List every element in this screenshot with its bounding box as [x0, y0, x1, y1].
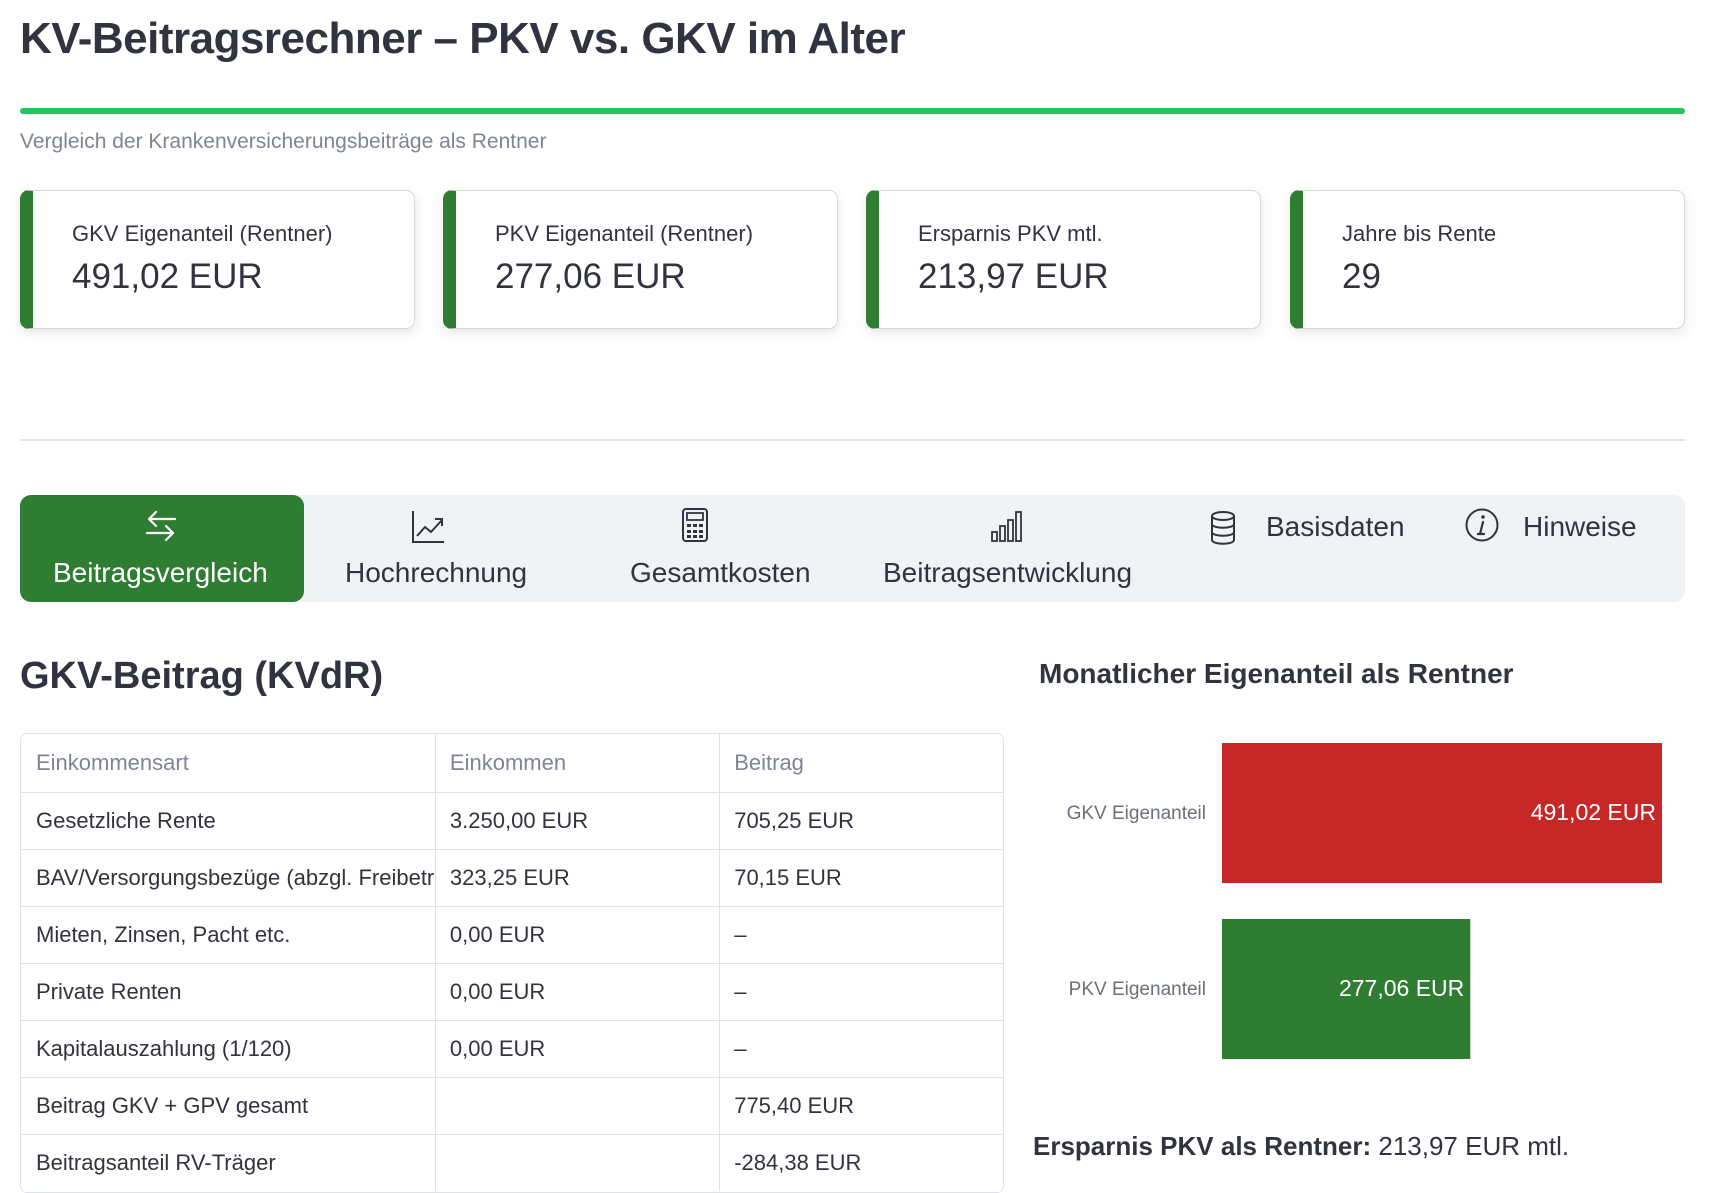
- table-cell: -284,38 EUR: [719, 1134, 1003, 1191]
- table-row: Beitragsanteil RV-Träger -284,38 EUR: [21, 1134, 1003, 1191]
- metric-value: 29: [1342, 257, 1381, 296]
- table-cell: [434, 1077, 720, 1135]
- table-cell: 3.250,00 EUR: [434, 792, 720, 850]
- tab-label: Hochrechnung: [345, 557, 528, 588]
- tab-gesamtkosten[interactable]: Gesamtkosten: [567, 495, 843, 602]
- arrows-exchange-icon: [145, 510, 177, 542]
- chart-title: Monatlicher Eigenanteil als Rentner: [1039, 658, 1514, 689]
- column-header[interactable]: Beitrag: [719, 734, 1003, 793]
- category-label: PKV Eigenanteil: [1069, 979, 1206, 1000]
- database-icon: [1211, 511, 1235, 545]
- table-cell: 0,00 EUR: [434, 963, 720, 1021]
- savings-value: 213,97 EUR mtl.: [1378, 1131, 1570, 1161]
- table-row: BAV/Versorgungsbezüge (abzgl. Freibetrag…: [21, 849, 1003, 907]
- metric-label: PKV Eigenanteil (Rentner): [495, 221, 754, 246]
- tab-beitragsvergleich[interactable]: Beitragsvergleich: [20, 495, 304, 602]
- table-cell: 70,15 EUR: [719, 849, 1003, 907]
- metric-label: GKV Eigenanteil (Rentner): [72, 221, 333, 246]
- bar-chart-icon: [991, 511, 1022, 542]
- category-label: GKV Eigenanteil: [1067, 803, 1206, 824]
- table-cell: –: [719, 1020, 1003, 1078]
- table-row: Beitrag GKV + GPV gesamt 775,40 EUR: [21, 1077, 1003, 1135]
- table-cell: –: [719, 906, 1003, 964]
- table-row: Mieten, Zinsen, Pacht etc. 0,00 EUR –: [21, 906, 1003, 964]
- table-row: Gesetzliche Rente 3.250,00 EUR 705,25 EU…: [21, 792, 1003, 850]
- table-cell: Gesetzliche Rente: [21, 792, 436, 850]
- data-label: 277,06 EUR: [1339, 975, 1464, 1001]
- tab-hochrechnung[interactable]: Hochrechnung: [304, 495, 567, 602]
- metric-value: 491,02 EUR: [72, 257, 263, 296]
- metric-label: Ersparnis PKV mtl.: [918, 221, 1103, 246]
- table-cell: –: [719, 963, 1003, 1021]
- metric-card-years: Jahre bis Rente 29: [1290, 190, 1685, 329]
- savings-summary: Ersparnis PKV als Rentner: 213,97 EUR mt…: [1033, 1131, 1569, 1162]
- page-subtitle: Vergleich der Krankenversicherungsbeiträ…: [20, 130, 547, 153]
- table-cell: 775,40 EUR: [719, 1077, 1003, 1135]
- table-row: Kapitalauszahlung (1/120) 0,00 EUR –: [21, 1020, 1003, 1078]
- metric-card-gkv: GKV Eigenanteil (Rentner) 491,02 EUR: [20, 190, 415, 329]
- tab-label: Beitragsentwicklung: [883, 557, 1133, 588]
- savings-label: Ersparnis PKV als Rentner:: [1033, 1131, 1372, 1161]
- tab-basisdaten[interactable]: Basisdaten: [1169, 495, 1405, 602]
- table-row: Private Renten 0,00 EUR –: [21, 963, 1003, 1021]
- table-header-row: Einkommensart Einkommen Beitrag: [21, 734, 1003, 793]
- metric-card-pkv: PKV Eigenanteil (Rentner) 277,06 EUR: [443, 190, 838, 329]
- table-cell: Beitrag GKV + GPV gesamt: [21, 1077, 436, 1135]
- tab-bar: Beitragsvergleich Hochrechnung Gesamtkos…: [20, 495, 1685, 602]
- metric-value: 213,97 EUR: [918, 257, 1109, 296]
- data-label: 491,02 EUR: [1531, 799, 1656, 825]
- tab-label: Hinweise: [1523, 511, 1637, 542]
- table-cell: Private Renten: [21, 963, 436, 1021]
- metric-value: 277,06 EUR: [495, 257, 686, 296]
- column-header[interactable]: Einkommensart: [21, 734, 436, 793]
- tab-label: Gesamtkosten: [630, 557, 811, 588]
- table-cell: 705,25 EUR: [719, 792, 1003, 850]
- tab-hinweise[interactable]: Hinweise: [1402, 495, 1685, 602]
- table-cell: Mieten, Zinsen, Pacht etc.: [21, 906, 436, 964]
- title-underline: [20, 108, 1685, 114]
- table-cell: 323,25 EUR: [434, 849, 720, 907]
- table-cell: 0,00 EUR: [434, 906, 720, 964]
- table-cell: BAV/Versorgungsbezüge (abzgl. Freibetrag…: [21, 849, 436, 907]
- trending-chart-icon: [412, 511, 444, 543]
- table-cell: Beitragsanteil RV-Träger: [21, 1134, 436, 1191]
- bar-chart-svg: GKV Eigenanteil 491,02 EUR PKV Eigenanteil…: [1067, 743, 1662, 1059]
- metric-card-savings: Ersparnis PKV mtl. 213,97 EUR: [866, 190, 1261, 329]
- section-divider: [20, 439, 1685, 441]
- table-cell: Kapitalauszahlung (1/120): [21, 1020, 436, 1078]
- tab-label: Basisdaten: [1266, 511, 1405, 542]
- info-icon: [1465, 508, 1499, 542]
- tab-beitragsentwicklung[interactable]: Beitragsentwicklung: [843, 495, 1169, 602]
- column-header[interactable]: Einkommen: [434, 734, 720, 793]
- gkv-section-title: GKV-Beitrag (KVdR): [20, 655, 384, 697]
- metric-label: Jahre bis Rente: [1342, 221, 1497, 246]
- eigenanteil-bar-chart: GKV Eigenanteil 491,02 EUR PKV Eigenanteil…: [1039, 705, 1685, 1085]
- table-cell: 0,00 EUR: [434, 1020, 720, 1078]
- app-page: KV-Beitragsrechner – PKV vs. GKV im Alte…: [20, 0, 1685, 1193]
- calculator-icon: [682, 508, 708, 542]
- metric-cards: GKV Eigenanteil (Rentner) 491,02 EUR PKV…: [20, 190, 1685, 329]
- tab-label: Beitragsvergleich: [53, 557, 268, 588]
- gkv-table: Einkommensart Einkommen Beitrag Gesetzli…: [20, 733, 1004, 1193]
- table-cell: [434, 1134, 720, 1191]
- page-title: KV-Beitragsrechner – PKV vs. GKV im Alte…: [20, 14, 906, 63]
